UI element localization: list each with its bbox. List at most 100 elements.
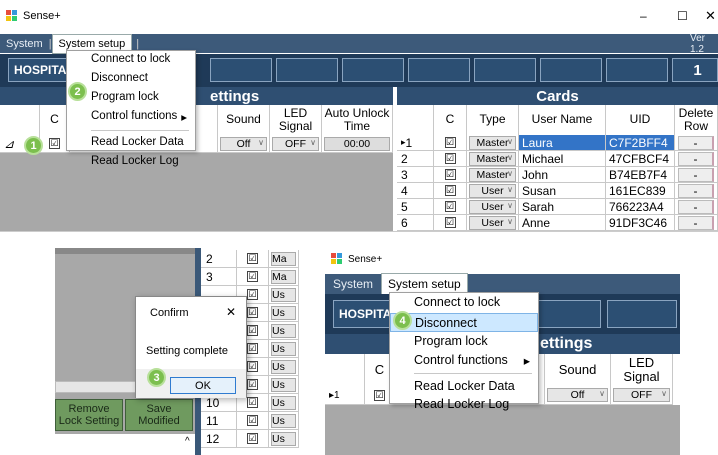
row-number: 3 [201, 268, 237, 286]
card-checkbox[interactable]: ☑ [237, 250, 269, 268]
card-checkbox[interactable]: ☑ [237, 412, 269, 430]
card-checkbox[interactable]: ☑ [434, 135, 467, 151]
nav-button[interactable] [408, 58, 470, 82]
type-dropdown[interactable]: Us [269, 322, 299, 340]
type-dropdown[interactable]: Us [269, 286, 299, 304]
nav-hospital-button-2[interactable]: HOSPITA [333, 300, 397, 328]
menu-disconnect[interactable]: Disconnect [67, 70, 195, 89]
nav-button[interactable] [342, 58, 404, 82]
type-dropdown[interactable]: Us [269, 430, 299, 448]
type-dropdown[interactable]: Master ∨ [467, 167, 519, 183]
type-dropdown[interactable]: Us [269, 394, 299, 412]
nav-button[interactable] [474, 58, 536, 82]
menu-read-locker-data[interactable]: Read Locker Data [67, 134, 195, 153]
type-dropdown[interactable]: Ma [269, 268, 299, 286]
menu-control-functions-2[interactable]: Control functions ▸ [390, 351, 538, 370]
menu-read-locker-log-2[interactable]: Read Locker Log [390, 395, 538, 413]
maximize-button[interactable]: ☐ [677, 9, 688, 23]
card-checkbox[interactable]: ☑ [237, 268, 269, 286]
led-dropdown-2[interactable]: OFF ∨ [611, 386, 673, 405]
nav-button[interactable] [540, 58, 602, 82]
ok-button[interactable]: OK [170, 377, 236, 394]
confirm-title: Confirm [150, 307, 189, 319]
table-row[interactable]: 12 ☑ Us [201, 430, 299, 448]
table-row[interactable]: 11 ☑ Us [201, 412, 299, 430]
delete-row-button[interactable]: - [675, 135, 718, 151]
nav-button[interactable] [276, 58, 338, 82]
user-name-cell[interactable]: John [519, 167, 606, 183]
uid-cell[interactable]: 161EC839 [606, 183, 675, 199]
type-dropdown[interactable]: Us [269, 358, 299, 376]
type-dropdown[interactable]: Master ∨ [467, 135, 519, 151]
menu-read-locker-data-2[interactable]: Read Locker Data [390, 377, 538, 395]
menu-connect-2[interactable]: Connect to lock [390, 293, 538, 313]
table-row[interactable]: 3 ☑ Ma [201, 268, 299, 286]
menu-read-locker-log[interactable]: Read Locker Log [67, 153, 195, 172]
page-number-button[interactable]: 1 [672, 58, 718, 82]
sound-dropdown[interactable]: Off ∨ [218, 135, 270, 153]
uid-cell[interactable]: B74EB7F4 [606, 167, 675, 183]
nav-button[interactable] [533, 300, 601, 328]
user-name-cell[interactable]: Sarah [519, 199, 606, 215]
card-checkbox[interactable]: ☑ [434, 215, 467, 231]
menu-system-2[interactable]: System [325, 274, 381, 294]
uid-cell[interactable]: 47CFBCF4 [606, 151, 675, 167]
type-dropdown[interactable]: User ∨ [467, 199, 519, 215]
title-bar: Sense+ – ☐ ✕ [0, 0, 718, 31]
auto-unlock-cell[interactable]: 00:00 [322, 135, 393, 153]
led-dropdown[interactable]: OFF ∨ [270, 135, 322, 153]
delete-row-button[interactable]: - [675, 215, 718, 231]
scroll-up-icon[interactable]: ^ [185, 436, 190, 447]
card-checkbox[interactable]: ☑ [434, 183, 467, 199]
sound-dropdown-2[interactable]: Off ∨ [545, 386, 611, 405]
user-name-cell[interactable]: Anne [519, 215, 606, 231]
uid-cell[interactable]: C7F2BFF4 [606, 135, 675, 151]
type-dropdown[interactable]: Master ∨ [467, 151, 519, 167]
type-dropdown[interactable]: Us [269, 340, 299, 358]
cards-col-type: Type [467, 105, 519, 135]
delete-row-button[interactable]: - [675, 151, 718, 167]
menu-system[interactable]: System [0, 35, 49, 53]
type-dropdown[interactable]: Us [269, 412, 299, 430]
user-name-cell[interactable]: Susan [519, 183, 606, 199]
card-checkbox[interactable]: ☑ [434, 199, 467, 215]
delete-row-button[interactable]: - [675, 183, 718, 199]
delete-row-button[interactable]: - [675, 199, 718, 215]
delete-row-button[interactable]: - [675, 167, 718, 183]
confirm-close-button[interactable]: ✕ [226, 305, 236, 319]
menu-separator [91, 130, 189, 131]
table-row[interactable]: 4 ☑ User ∨ Susan 161EC839- [397, 183, 718, 199]
uid-cell[interactable]: 91DF3C46 [606, 215, 675, 231]
save-modified-button[interactable]: Save Modified [125, 399, 193, 431]
minimize-button[interactable]: – [640, 9, 647, 23]
table-row[interactable]: 5 ☑ User ∨ Sarah 766223A4- [397, 199, 718, 215]
remove-lock-setting-button[interactable]: Remove Lock Setting [55, 399, 123, 431]
card-checkbox[interactable]: ☑ [237, 430, 269, 448]
card-checkbox[interactable]: ☑ [434, 151, 467, 167]
menu-disconnect-2[interactable]: Disconnect [390, 313, 538, 332]
settings-row[interactable]: ⊿ ☑ Off ∨ OFF ∨ 00:00 [0, 135, 393, 153]
nav-button[interactable] [210, 58, 272, 82]
user-name-cell[interactable]: Michael [519, 151, 606, 167]
cards-col-c: C [434, 105, 467, 135]
user-name-cell[interactable]: Laura [519, 135, 606, 151]
nav-button[interactable] [606, 58, 668, 82]
type-dropdown[interactable]: User ∨ [467, 183, 519, 199]
table-row[interactable]: 3 ☑ Master ∨ John B74EB7F4- [397, 167, 718, 183]
table-row[interactable]: 2 ☑ Master ∨ Michael 47CFBCF4- [397, 151, 718, 167]
table-row[interactable]: 6 ☑ User ∨ Anne 91DF3C46- [397, 215, 718, 231]
card-checkbox[interactable]: ☑ [434, 167, 467, 183]
menu-program-lock-2[interactable]: Program lock [390, 332, 538, 351]
type-dropdown[interactable]: User ∨ [467, 215, 519, 231]
menu-control-functions[interactable]: Control functions ▸ [67, 108, 195, 127]
type-dropdown[interactable]: Ma [269, 250, 299, 268]
table-row[interactable]: ▸ 1 ☑ Master ∨ Laura C7F2BFF4- [397, 135, 718, 151]
close-button[interactable]: ✕ [705, 8, 716, 24]
menu-connect[interactable]: Connect to lock [67, 51, 195, 70]
nav-button[interactable] [607, 300, 677, 328]
nav-hospital-button[interactable]: HOSPITA [8, 58, 68, 82]
table-row[interactable]: 2 ☑ Ma [201, 250, 299, 268]
uid-cell[interactable]: 766223A4 [606, 199, 675, 215]
type-dropdown[interactable]: Us [269, 304, 299, 322]
type-dropdown[interactable]: Us [269, 376, 299, 394]
